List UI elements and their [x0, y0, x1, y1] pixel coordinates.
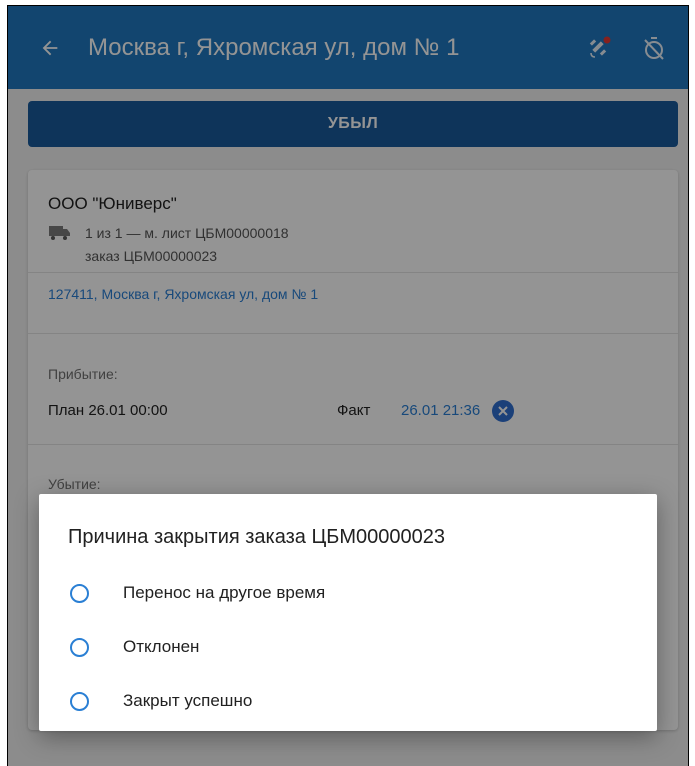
dialog-title: Причина закрытия заказа ЦБМ00000023 — [68, 526, 446, 548]
option-label: Отклонен — [123, 637, 200, 656]
radio-button[interactable] — [70, 637, 89, 657]
radio-button[interactable] — [70, 583, 89, 603]
option-label: Перенос на другое время — [123, 583, 326, 602]
option-reschedule[interactable]: Перенос на другое время — [39, 566, 657, 620]
option-rejected[interactable]: Отклонен — [39, 620, 657, 674]
app-window: Москва г, Яхромская ул, дом № 1 УБЫЛ ООО… — [7, 5, 689, 766]
close-reason-dialog: Причина закрытия заказа ЦБМ00000023 Пере… — [39, 494, 657, 731]
radio-button[interactable] — [70, 691, 89, 711]
option-label: Закрыт успешно — [123, 691, 253, 710]
option-closed-success[interactable]: Закрыт успешно — [39, 674, 657, 728]
